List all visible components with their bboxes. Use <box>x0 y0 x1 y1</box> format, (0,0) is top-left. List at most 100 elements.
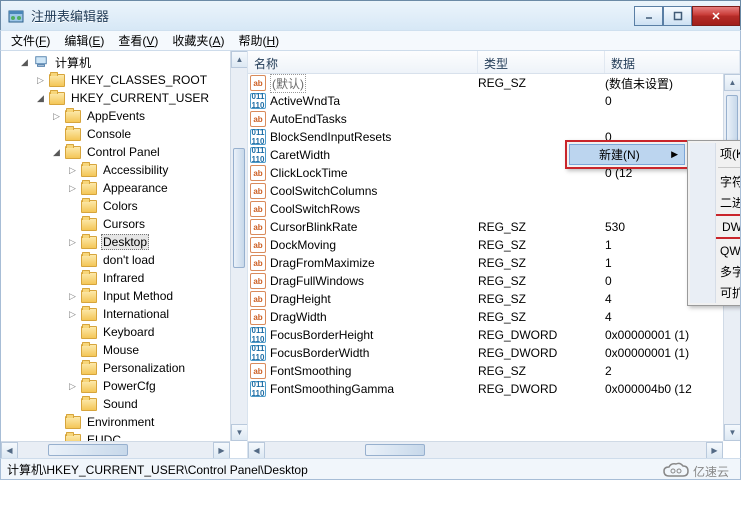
expand-icon[interactable] <box>67 345 78 356</box>
expand-icon[interactable] <box>51 147 62 158</box>
value-data: 0x00000001 (1) <box>605 328 740 342</box>
tree-label: PowerCfg <box>101 379 158 393</box>
folder-icon <box>65 146 81 159</box>
expand-icon[interactable] <box>67 291 78 302</box>
close-button[interactable] <box>692 6 740 26</box>
tree-item[interactable]: AppEvents <box>5 107 247 125</box>
col-name[interactable]: 名称 <box>248 51 478 73</box>
tree-item[interactable]: Mouse <box>5 341 247 359</box>
list-row[interactable]: abDragFromMaximizeREG_SZ1 <box>248 254 740 272</box>
context-submenu[interactable]: 项(K) 字符串值(S)二进制值(B) DWORD (32-位)值(D) QWORD … <box>687 140 740 306</box>
expand-icon[interactable] <box>35 75 46 86</box>
list-hscrollbar[interactable]: ◀▶ <box>248 441 723 458</box>
list-row[interactable]: abDragWidthREG_SZ4 <box>248 308 740 326</box>
context-menu-new[interactable]: 新建(N)▶ <box>565 140 689 169</box>
tree-item[interactable]: PowerCfg <box>5 377 247 395</box>
tree-item[interactable]: Console <box>5 125 247 143</box>
ctx-sub-item[interactable]: 二进制值(B) <box>690 192 740 213</box>
tree-item[interactable]: Sound <box>5 395 247 413</box>
tree-item[interactable]: Control Panel <box>5 143 247 161</box>
folder-icon <box>65 128 81 141</box>
list-row[interactable]: abDragHeightREG_SZ4 <box>248 290 740 308</box>
expand-icon[interactable] <box>67 201 78 212</box>
ctx-new[interactable]: 新建(N)▶ <box>569 144 685 165</box>
tree-item[interactable]: Desktop <box>5 233 247 251</box>
expand-icon[interactable] <box>67 165 78 176</box>
list-row[interactable]: 011110ActiveWndTa0 <box>248 92 740 110</box>
value-data: 0x000004b0 (12 <box>605 382 740 396</box>
computer-icon <box>33 55 49 69</box>
value-type: REG_SZ <box>478 292 605 306</box>
expand-icon[interactable] <box>51 111 62 122</box>
ctx-sub-item[interactable]: 可扩充字符串值(E) <box>690 282 740 303</box>
col-type[interactable]: 类型 <box>478 51 605 73</box>
tree-item[interactable]: don't load <box>5 251 247 269</box>
tree-label: Mouse <box>101 343 141 357</box>
tree-item[interactable]: Colors <box>5 197 247 215</box>
expand-icon[interactable] <box>51 417 62 428</box>
tree-item[interactable]: Accessibility <box>5 161 247 179</box>
list-row[interactable]: abDockMovingREG_SZ1 <box>248 236 740 254</box>
tree-item[interactable]: Appearance <box>5 179 247 197</box>
list-row[interactable]: abDragFullWindowsREG_SZ0 <box>248 272 740 290</box>
ctx-sub-item[interactable]: 项(K) <box>690 143 740 164</box>
ctx-sub-item[interactable]: 字符串值(S) <box>690 171 740 192</box>
expand-icon[interactable] <box>35 93 46 104</box>
list-row[interactable]: abAutoEndTasks <box>248 110 740 128</box>
tree-item[interactable]: HKEY_CLASSES_ROOT <box>5 71 247 89</box>
tree-item[interactable]: Input Method <box>5 287 247 305</box>
list-row[interactable]: 011110FocusBorderHeightREG_DWORD0x000000… <box>248 326 740 344</box>
value-type: REG_SZ <box>478 220 605 234</box>
ctx-sub-item[interactable]: 多字符串值(M) <box>690 261 740 282</box>
menu-fav[interactable]: 收藏夹(A) <box>166 30 230 51</box>
string-icon: ab <box>250 165 266 181</box>
expand-icon[interactable] <box>67 273 78 284</box>
minimize-button[interactable] <box>634 6 663 26</box>
tree-item[interactable]: HKEY_CURRENT_USER <box>5 89 247 107</box>
list-row[interactable]: abFontSmoothingREG_SZ2 <box>248 362 740 380</box>
tree-item[interactable]: Infrared <box>5 269 247 287</box>
tree-item[interactable]: Cursors <box>5 215 247 233</box>
value-type: REG_SZ <box>478 364 605 378</box>
menu-view[interactable]: 查看(V) <box>112 30 164 51</box>
folder-icon <box>81 200 97 213</box>
ctx-sub-item[interactable]: QWORD (64 位)值(Q) <box>690 240 740 261</box>
folder-icon <box>81 236 97 249</box>
col-data[interactable]: 数据 <box>605 51 740 73</box>
menu-file[interactable]: 文件(F) <box>5 30 56 51</box>
list-row[interactable]: 011110FocusBorderWidthREG_DWORD0x0000000… <box>248 344 740 362</box>
value-name: DragFromMaximize <box>270 256 375 270</box>
list-row[interactable]: abCoolSwitchColumns <box>248 182 740 200</box>
ctx-sub-item[interactable]: DWORD (32-位)值(D) <box>692 216 740 237</box>
expand-icon[interactable] <box>67 219 78 230</box>
menu-help[interactable]: 帮助(H) <box>232 30 285 51</box>
folder-icon <box>49 74 65 87</box>
expand-icon[interactable] <box>67 327 78 338</box>
menu-edit[interactable]: 编辑(E) <box>58 30 110 51</box>
list-row[interactable]: abCursorBlinkRateREG_SZ530 <box>248 218 740 236</box>
list-header[interactable]: 名称 类型 数据 <box>248 51 740 74</box>
list-row[interactable]: ab(默认)REG_SZ(数值未设置) <box>248 74 740 92</box>
tree-pane[interactable]: 计算机 HKEY_CLASSES_ROOTHKEY_CURRENT_USERAp… <box>1 51 248 458</box>
expand-icon[interactable] <box>67 309 78 320</box>
list-row[interactable]: abCoolSwitchRows <box>248 200 740 218</box>
folder-icon <box>81 218 97 231</box>
value-type: REG_SZ <box>478 256 605 270</box>
expand-icon[interactable] <box>67 237 78 248</box>
tree-item[interactable]: Keyboard <box>5 323 247 341</box>
tree-root[interactable]: 计算机 <box>5 53 247 71</box>
expand-icon[interactable] <box>67 381 78 392</box>
expand-icon[interactable] <box>67 363 78 374</box>
tree-item[interactable]: Environment <box>5 413 247 431</box>
expand-icon[interactable] <box>67 183 78 194</box>
maximize-button[interactable] <box>663 6 692 26</box>
tree-item[interactable]: Personalization <box>5 359 247 377</box>
expand-icon[interactable] <box>51 129 62 140</box>
expand-icon[interactable] <box>67 255 78 266</box>
tree-item[interactable]: International <box>5 305 247 323</box>
list-row[interactable]: 011110FontSmoothingGammaREG_DWORD0x00000… <box>248 380 740 398</box>
tree-vscrollbar[interactable]: ▲▼ <box>230 51 247 441</box>
expand-icon[interactable] <box>67 399 78 410</box>
value-list[interactable]: 名称 类型 数据 ab(默认)REG_SZ(数值未设置)011110Active… <box>248 51 740 458</box>
tree-hscrollbar[interactable]: ◀▶ <box>1 441 230 458</box>
